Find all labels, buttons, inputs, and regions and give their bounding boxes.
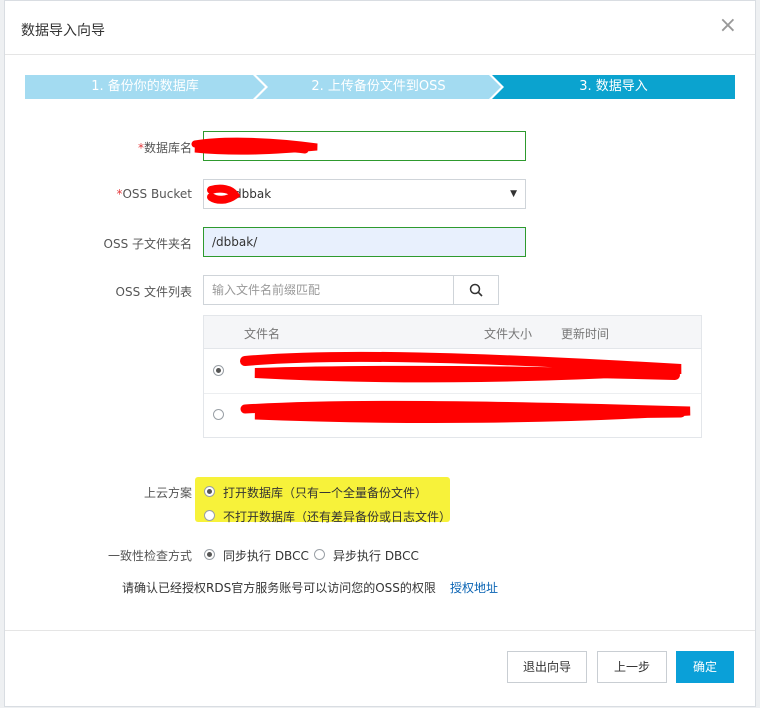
cloud-plan-label: 上云方案 — [143, 486, 192, 500]
col-update-time: 更新时间 — [561, 327, 610, 341]
prev-step-button[interactable]: 上一步 — [597, 651, 667, 683]
oss-bucket-value: dbbak — [234, 187, 272, 201]
import-wizard-dialog: 数据导入向导 × 1. 备份你的数据库 2. 上传备份文件到OSS 3. 数据导… — [4, 0, 756, 707]
oss-folder-input[interactable]: /dbbak/ — [203, 227, 526, 257]
wizard-steps: 1. 备份你的数据库 2. 上传备份文件到OSS 3. 数据导入 — [25, 75, 735, 99]
row-radio-selected[interactable] — [213, 365, 224, 376]
dialog-header: 数据导入向导 × — [5, 1, 755, 55]
step-3: 3. 数据导入 — [492, 75, 735, 99]
oss-bucket-select[interactable]: dbbak ▼ — [203, 179, 526, 209]
col-file-name: 文件名 — [244, 327, 281, 341]
table-row[interactable] — [204, 393, 701, 437]
file-list-label: OSS 文件列表 — [115, 285, 193, 299]
col-file-size: 文件大小 — [484, 327, 533, 341]
db-name-input[interactable] — [203, 131, 526, 161]
step-2: 2. 上传备份文件到OSS — [256, 75, 501, 99]
row-radio[interactable] — [213, 409, 224, 420]
table-row[interactable] — [204, 349, 701, 394]
dbcc-async-radio[interactable] — [314, 549, 325, 560]
step-2-label: 2. 上传备份文件到OSS — [311, 79, 446, 94]
oss-bucket-label: *OSS Bucket — [116, 187, 192, 201]
plan-option-2-radio[interactable] — [204, 510, 215, 521]
search-icon — [469, 283, 483, 297]
chevron-down-icon: ▼ — [510, 189, 517, 199]
dbcc-sync-label[interactable]: 同步执行 DBCC — [223, 547, 309, 564]
exit-wizard-button[interactable]: 退出向导 — [507, 651, 587, 683]
db-name-label: *数据库名 — [137, 141, 192, 155]
oss-folder-label: OSS 子文件夹名 — [103, 237, 193, 251]
auth-confirm-text: 请确认已经授权RDS官方服务账号可以访问您的OSS的权限 — [122, 581, 436, 595]
file-search-input[interactable]: 输入文件名前缀匹配 — [203, 275, 454, 305]
plan-option-1-label[interactable]: 打开数据库（只有一个全量备份文件） — [223, 484, 427, 501]
auth-link[interactable]: 授权地址 — [450, 579, 498, 596]
consistency-label: 一致性检查方式 — [107, 549, 192, 563]
dialog-title: 数据导入向导 — [21, 23, 105, 39]
step-1: 1. 备份你的数据库 — [25, 75, 265, 99]
plan-option-2-label[interactable]: 不打开数据库（还有差异备份或日志文件） — [223, 508, 451, 525]
file-table: 文件名 文件大小 更新时间 — [203, 315, 702, 438]
dbcc-sync-radio[interactable] — [204, 549, 215, 560]
file-table-header: 文件名 文件大小 更新时间 — [204, 316, 701, 349]
step-3-label: 3. 数据导入 — [579, 79, 648, 94]
close-icon[interactable]: × — [719, 15, 737, 37]
dbcc-async-label[interactable]: 异步执行 DBCC — [333, 547, 419, 564]
plan-option-1-radio[interactable] — [204, 486, 215, 497]
search-button[interactable] — [454, 275, 499, 305]
confirm-button[interactable]: 确定 — [676, 651, 734, 683]
dialog-footer-divider — [5, 630, 755, 631]
step-1-label: 1. 备份你的数据库 — [91, 79, 199, 94]
